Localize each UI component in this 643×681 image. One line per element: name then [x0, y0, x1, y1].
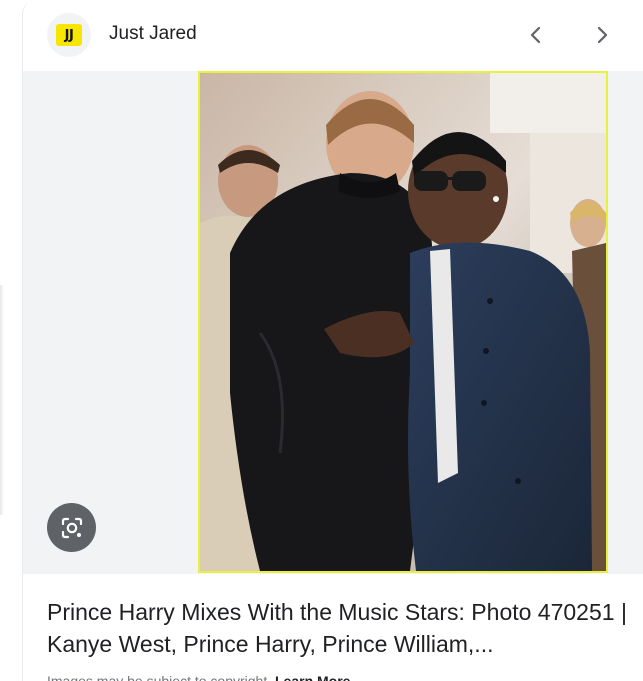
photo-illustration: [200, 73, 606, 571]
logo-text: JJ: [64, 27, 74, 43]
copyright-text: Images may be subject to copyright.: [47, 673, 272, 681]
image-preview-area: [23, 71, 643, 574]
left-edge: [0, 0, 22, 681]
source-logo[interactable]: JJ: [47, 13, 91, 57]
lens-search-button[interactable]: [47, 503, 96, 552]
google-lens-icon: [61, 517, 82, 538]
chevron-right-icon: [597, 26, 608, 44]
page: JJ Just Jared Prince Harry Mixes With th…: [0, 0, 643, 681]
preview-photo[interactable]: [198, 71, 608, 573]
source-name[interactable]: Just Jared: [109, 23, 197, 45]
viewer-header: JJ Just Jared: [23, 0, 643, 71]
image-viewer-panel: JJ Just Jared Prince Harry Mixes With th…: [22, 0, 643, 681]
copyright-notice: Images may be subject to copyright. Lear…: [47, 671, 350, 681]
chevron-left-icon: [530, 26, 541, 44]
just-jared-logo-icon: JJ: [56, 24, 82, 46]
adjacent-card-edge: [0, 285, 4, 515]
result-title[interactable]: Prince Harry Mixes With the Music Stars:…: [47, 596, 627, 660]
next-button[interactable]: [584, 17, 620, 53]
previous-button[interactable]: [518, 17, 554, 53]
learn-more-link[interactable]: Learn More: [275, 673, 350, 681]
